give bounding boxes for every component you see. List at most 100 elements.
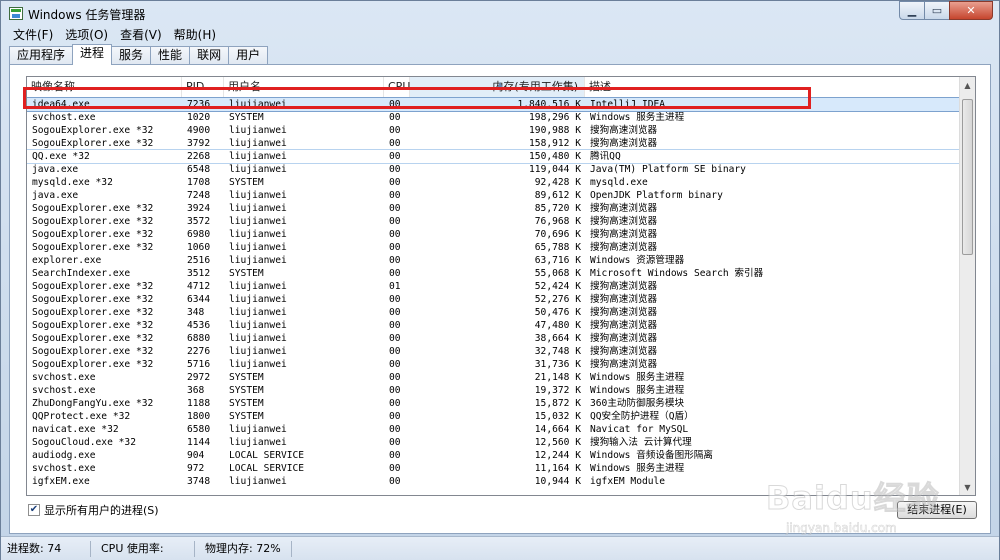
process-pid: 2276 — [187, 346, 211, 357]
process-name: svchost.exe — [32, 112, 96, 123]
tab-performance[interactable]: 性能 — [150, 46, 191, 65]
tab-services[interactable]: 服务 — [111, 46, 152, 65]
process-row[interactable]: svchost.exe 2972 SYSTEM 00 21,148 K Windows 服… — [27, 371, 960, 384]
process-row[interactable]: SearchIndexer.exe 3512 SYSTEM 00 55,068 K Mic… — [27, 267, 960, 280]
column-user[interactable]: 用户名 — [224, 77, 384, 98]
process-row[interactable]: SogouExplorer.exe *32 3792 liujianwei 00 158… — [27, 137, 960, 150]
process-row[interactable]: svchost.exe 368 SYSTEM 00 19,372 K Windows 服务… — [27, 384, 960, 397]
tab-strip: 应用程序 进程 服务 性能 联网 用户 — [9, 44, 269, 65]
column-cpu[interactable]: CPU — [384, 77, 410, 98]
process-name: svchost.exe — [32, 372, 96, 383]
tab-applications[interactable]: 应用程序 — [9, 46, 74, 65]
process-description: Microsoft Windows Search 索引器 — [590, 268, 764, 279]
process-name: SearchIndexer.exe — [32, 268, 131, 279]
close-button[interactable]: ✕ — [949, 1, 993, 20]
minimize-button[interactable]: ▁ — [899, 1, 925, 20]
process-description: 搜狗高速浏览器 — [590, 307, 658, 318]
menu-options[interactable]: 选项(O) — [59, 27, 114, 43]
process-row[interactable]: SogouExplorer.exe *32 6980 liujianwei 00 70,… — [27, 228, 960, 241]
process-user: liujianwei — [229, 138, 287, 149]
column-memory-label: 内存(专用工作集) — [492, 80, 578, 93]
process-description: Windows 资源管理器 — [590, 255, 685, 266]
process-row[interactable]: mysqld.exe *32 1708 SYSTEM 00 92,428 K mysqld… — [27, 176, 960, 189]
maximize-button[interactable]: ▭ — [924, 1, 950, 20]
process-description: 搜狗高速浏览器 — [590, 216, 658, 227]
process-description: Windows 服务主进程 — [590, 385, 685, 396]
process-memory: 89,612 K — [534, 190, 581, 201]
process-row[interactable]: explorer.exe 2516 liujianwei 00 63,716 K Wind… — [27, 254, 960, 267]
column-image-name[interactable]: 映像名称 — [27, 77, 182, 98]
process-cpu: 00 — [389, 255, 401, 266]
watermark-url: jingyan.baidu.com — [786, 521, 897, 536]
process-row[interactable]: SogouExplorer.exe *32 3924 liujianwei 00 85,… — [27, 202, 960, 215]
process-user: liujianwei — [229, 164, 287, 175]
process-memory: 63,716 K — [534, 255, 581, 266]
process-description: Windows 音频设备图形隔离 — [590, 450, 713, 461]
tab-users[interactable]: 用户 — [228, 46, 269, 65]
process-cpu: 00 — [389, 203, 401, 214]
status-process-count: 进程数: 74 — [1, 540, 91, 557]
process-pid: 368 — [187, 385, 205, 396]
tab-networking[interactable]: 联网 — [189, 46, 230, 65]
process-user: SYSTEM — [229, 385, 264, 396]
process-user: liujianwei — [229, 190, 287, 201]
menu-view[interactable]: 查看(V) — [114, 27, 168, 43]
process-row[interactable]: SogouExplorer.exe *32 6344 liujianwei 00 52,… — [27, 293, 960, 306]
process-memory: 12,244 K — [534, 450, 581, 461]
process-row[interactable]: SogouExplorer.exe *32 2276 liujianwei 00 32,… — [27, 345, 960, 358]
process-row[interactable]: SogouExplorer.exe *32 5716 liujianwei 00 31,… — [27, 358, 960, 371]
process-name: SogouExplorer.exe *32 — [32, 307, 154, 318]
process-row[interactable]: SogouExplorer.exe *32 4536 liujianwei 00 47,… — [27, 319, 960, 332]
process-row[interactable]: SogouExplorer.exe *32 4712 liujianwei 01 52,… — [27, 280, 960, 293]
process-row[interactable]: java.exe 7248 liujianwei 00 89,612 K OpenJDK … — [27, 189, 960, 202]
process-cpu: 00 — [389, 398, 401, 409]
process-row[interactable]: SogouCloud.exe *32 1144 liujianwei 00 12,560… — [27, 436, 960, 449]
show-all-users-label[interactable]: 显示所有用户的进程(S) — [44, 502, 159, 518]
process-row[interactable]: navicat.exe *32 6580 liujianwei 00 14,664 K N… — [27, 423, 960, 436]
scroll-up-icon[interactable]: ▲ — [960, 77, 975, 93]
process-row[interactable]: SogouExplorer.exe *32 348 liujianwei 00 50,4… — [27, 306, 960, 319]
process-row[interactable]: QQProtect.exe *32 1800 SYSTEM 00 15,032 K QQ安… — [27, 410, 960, 423]
column-memory[interactable]: ▲ 内存(专用工作集) — [410, 77, 585, 98]
column-description[interactable]: 描述 — [585, 77, 960, 98]
process-row[interactable]: SogouExplorer.exe *32 4900 liujianwei 00 190… — [27, 124, 960, 137]
process-row[interactable]: audiodg.exe 904 LOCAL SERVICE 00 12,244 K Win… — [27, 449, 960, 462]
process-name: SogouExplorer.exe *32 — [32, 320, 154, 331]
show-all-users-control[interactable]: ✔ 显示所有用户的进程(S) — [28, 502, 159, 518]
process-name: audiodg.exe — [32, 450, 96, 461]
process-cpu: 00 — [389, 307, 401, 318]
process-cpu: 00 — [389, 125, 401, 136]
process-memory: 119,044 K — [529, 164, 581, 175]
process-row[interactable]: java.exe 6548 liujianwei 00 119,044 K Java(TM… — [27, 163, 960, 176]
vertical-scrollbar[interactable]: ▲ ▼ — [959, 77, 975, 495]
process-row[interactable]: idea64.exe 7236 liujianwei 00 1,840,516 K Int… — [27, 97, 961, 112]
process-description: 搜狗高速浏览器 — [590, 294, 658, 305]
process-memory: 92,428 K — [534, 177, 581, 188]
process-row[interactable]: SogouExplorer.exe *32 1060 liujianwei 00 65,… — [27, 241, 960, 254]
menu-file[interactable]: 文件(F) — [7, 27, 59, 43]
show-all-users-checkbox[interactable]: ✔ — [28, 504, 40, 516]
menu-help[interactable]: 帮助(H) — [168, 27, 222, 43]
process-memory: 12,560 K — [534, 437, 581, 448]
process-user: liujianwei — [229, 242, 287, 253]
sort-descending-icon: ▲ — [497, 80, 504, 89]
status-cpu-usage: CPU 使用率: 7% — [91, 540, 195, 560]
process-row[interactable]: ZhuDongFangYu.exe *32 1188 SYSTEM 00 15,872 … — [27, 397, 960, 410]
process-list[interactable]: 映像名称 PID 用户名 CPU ▲ 内存(专用工作集) 描述 idea64.e… — [26, 76, 976, 496]
process-row[interactable]: svchost.exe 1020 SYSTEM 00 198,296 K Windows … — [27, 111, 960, 124]
scroll-thumb[interactable] — [962, 99, 973, 255]
process-user: SYSTEM — [229, 398, 264, 409]
process-row[interactable]: SogouExplorer.exe *32 3572 liujianwei 00 76,… — [27, 215, 960, 228]
title-bar[interactable]: Windows 任务管理器 ▁ ▭ ✕ — [1, 1, 999, 27]
process-row[interactable]: QQ.exe *32 2268 liujianwei 00 150,480 K 腾讯QQ — [27, 149, 961, 164]
process-memory: 10,944 K — [534, 476, 581, 487]
process-memory: 55,068 K — [534, 268, 581, 279]
process-row[interactable]: SogouExplorer.exe *32 6880 liujianwei 00 38,… — [27, 332, 960, 345]
tab-processes[interactable]: 进程 — [72, 44, 113, 65]
process-name: mysqld.exe *32 — [32, 177, 113, 188]
column-pid[interactable]: PID — [182, 77, 224, 98]
process-name: igfxEM.exe — [32, 476, 90, 487]
process-pid: 3572 — [187, 216, 211, 227]
process-pid: 5716 — [187, 359, 211, 370]
process-description: 搜狗高速浏览器 — [590, 125, 658, 136]
